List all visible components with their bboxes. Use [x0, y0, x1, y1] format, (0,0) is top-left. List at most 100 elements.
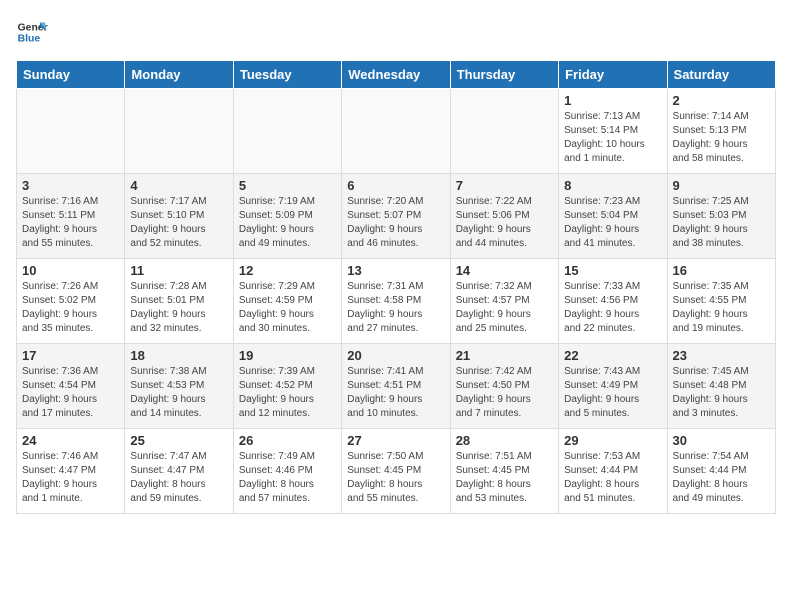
- day-detail: Sunrise: 7:19 AM Sunset: 5:09 PM Dayligh…: [239, 195, 336, 251]
- calendar-cell: 21 Sunrise: 7:42 AM Sunset: 4:50 PM Dayli…: [450, 344, 558, 429]
- weekday-header: Saturday: [667, 61, 775, 89]
- day-number: 26: [239, 433, 336, 448]
- calendar-cell: [17, 89, 125, 174]
- day-number: 13: [347, 263, 444, 278]
- calendar-cell: 22 Sunrise: 7:43 AM Sunset: 4:49 PM Dayli…: [559, 344, 667, 429]
- day-number: 9: [673, 178, 770, 193]
- calendar-cell: [233, 89, 341, 174]
- day-number: 3: [22, 178, 119, 193]
- calendar-cell: 28Sunrise: 7:51 AM Sunset: 4:45 PM Dayli…: [450, 429, 558, 514]
- logo: General Blue: [16, 16, 52, 48]
- calendar-cell: 1Sunrise: 7:13 AM Sunset: 5:14 PM Daylig…: [559, 89, 667, 174]
- calendar-cell: 8 Sunrise: 7:23 AM Sunset: 5:04 PM Daylig…: [559, 174, 667, 259]
- day-detail: Sunrise: 7:46 AM Sunset: 4:47 PM Dayligh…: [22, 450, 119, 506]
- day-detail: Sunrise: 7:33 AM Sunset: 4:56 PM Dayligh…: [564, 280, 661, 336]
- day-detail: Sunrise: 7:23 AM Sunset: 5:04 PM Dayligh…: [564, 195, 661, 251]
- calendar-cell: [450, 89, 558, 174]
- day-detail: Sunrise: 7:39 AM Sunset: 4:52 PM Dayligh…: [239, 365, 336, 421]
- day-number: 24: [22, 433, 119, 448]
- calendar-cell: 6 Sunrise: 7:20 AM Sunset: 5:07 PM Daylig…: [342, 174, 450, 259]
- day-number: 16: [673, 263, 770, 278]
- calendar-body: 1Sunrise: 7:13 AM Sunset: 5:14 PM Daylig…: [17, 89, 776, 514]
- day-number: 12: [239, 263, 336, 278]
- calendar-cell: 29 Sunrise: 7:53 AM Sunset: 4:44 PM Dayli…: [559, 429, 667, 514]
- calendar-cell: 30 Sunrise: 7:54 AM Sunset: 4:44 PM Dayli…: [667, 429, 775, 514]
- calendar-cell: 10 Sunrise: 7:26 AM Sunset: 5:02 PM Dayli…: [17, 259, 125, 344]
- day-detail: Sunrise: 7:20 AM Sunset: 5:07 PM Dayligh…: [347, 195, 444, 251]
- day-detail: Sunrise: 7:45 AM Sunset: 4:48 PM Dayligh…: [673, 365, 770, 421]
- day-number: 19: [239, 348, 336, 363]
- calendar-cell: 11Sunrise: 7:28 AM Sunset: 5:01 PM Dayli…: [125, 259, 233, 344]
- calendar-header-row: SundayMondayTuesdayWednesdayThursdayFrid…: [17, 61, 776, 89]
- day-detail: Sunrise: 7:22 AM Sunset: 5:06 PM Dayligh…: [456, 195, 553, 251]
- day-number: 1: [564, 93, 661, 108]
- day-number: 18: [130, 348, 227, 363]
- calendar-cell: 24 Sunrise: 7:46 AM Sunset: 4:47 PM Dayli…: [17, 429, 125, 514]
- day-number: 15: [564, 263, 661, 278]
- calendar-cell: 25 Sunrise: 7:47 AM Sunset: 4:47 PM Dayli…: [125, 429, 233, 514]
- logo-icon: General Blue: [16, 16, 48, 48]
- day-number: 6: [347, 178, 444, 193]
- day-detail: Sunrise: 7:42 AM Sunset: 4:50 PM Dayligh…: [456, 365, 553, 421]
- day-number: 7: [456, 178, 553, 193]
- day-detail: Sunrise: 7:16 AM Sunset: 5:11 PM Dayligh…: [22, 195, 119, 251]
- day-number: 4: [130, 178, 227, 193]
- day-number: 25: [130, 433, 227, 448]
- day-number: 20: [347, 348, 444, 363]
- day-detail: Sunrise: 7:49 AM Sunset: 4:46 PM Dayligh…: [239, 450, 336, 506]
- day-detail: Sunrise: 7:28 AM Sunset: 5:01 PM Dayligh…: [130, 280, 227, 336]
- day-detail: Sunrise: 7:26 AM Sunset: 5:02 PM Dayligh…: [22, 280, 119, 336]
- calendar-cell: [125, 89, 233, 174]
- day-detail: Sunrise: 7:35 AM Sunset: 4:55 PM Dayligh…: [673, 280, 770, 336]
- calendar-week-row: 3 Sunrise: 7:16 AM Sunset: 5:11 PM Daylig…: [17, 174, 776, 259]
- day-number: 8: [564, 178, 661, 193]
- weekday-header: Wednesday: [342, 61, 450, 89]
- calendar-cell: 13 Sunrise: 7:31 AM Sunset: 4:58 PM Dayli…: [342, 259, 450, 344]
- day-number: 23: [673, 348, 770, 363]
- calendar-cell: 3 Sunrise: 7:16 AM Sunset: 5:11 PM Daylig…: [17, 174, 125, 259]
- weekday-header: Monday: [125, 61, 233, 89]
- calendar-cell: [342, 89, 450, 174]
- calendar-cell: 23 Sunrise: 7:45 AM Sunset: 4:48 PM Dayli…: [667, 344, 775, 429]
- calendar-table: SundayMondayTuesdayWednesdayThursdayFrid…: [16, 60, 776, 514]
- day-detail: Sunrise: 7:43 AM Sunset: 4:49 PM Dayligh…: [564, 365, 661, 421]
- weekday-header: Friday: [559, 61, 667, 89]
- day-detail: Sunrise: 7:47 AM Sunset: 4:47 PM Dayligh…: [130, 450, 227, 506]
- day-detail: Sunrise: 7:25 AM Sunset: 5:03 PM Dayligh…: [673, 195, 770, 251]
- day-detail: Sunrise: 7:41 AM Sunset: 4:51 PM Dayligh…: [347, 365, 444, 421]
- day-number: 21: [456, 348, 553, 363]
- day-number: 14: [456, 263, 553, 278]
- day-detail: Sunrise: 7:32 AM Sunset: 4:57 PM Dayligh…: [456, 280, 553, 336]
- calendar-cell: 17Sunrise: 7:36 AM Sunset: 4:54 PM Dayli…: [17, 344, 125, 429]
- calendar-cell: 14 Sunrise: 7:32 AM Sunset: 4:57 PM Dayli…: [450, 259, 558, 344]
- calendar-cell: 9 Sunrise: 7:25 AM Sunset: 5:03 PM Daylig…: [667, 174, 775, 259]
- day-number: 2: [673, 93, 770, 108]
- day-detail: Sunrise: 7:53 AM Sunset: 4:44 PM Dayligh…: [564, 450, 661, 506]
- calendar-cell: 15 Sunrise: 7:33 AM Sunset: 4:56 PM Dayli…: [559, 259, 667, 344]
- calendar-cell: 26 Sunrise: 7:49 AM Sunset: 4:46 PM Dayli…: [233, 429, 341, 514]
- day-detail: Sunrise: 7:50 AM Sunset: 4:45 PM Dayligh…: [347, 450, 444, 506]
- day-detail: Sunrise: 7:17 AM Sunset: 5:10 PM Dayligh…: [130, 195, 227, 251]
- calendar-cell: 4 Sunrise: 7:17 AM Sunset: 5:10 PM Daylig…: [125, 174, 233, 259]
- calendar-cell: 27 Sunrise: 7:50 AM Sunset: 4:45 PM Dayli…: [342, 429, 450, 514]
- day-detail: Sunrise: 7:31 AM Sunset: 4:58 PM Dayligh…: [347, 280, 444, 336]
- weekday-header: Sunday: [17, 61, 125, 89]
- calendar-week-row: 1Sunrise: 7:13 AM Sunset: 5:14 PM Daylig…: [17, 89, 776, 174]
- day-number: 10: [22, 263, 119, 278]
- calendar-cell: 18Sunrise: 7:38 AM Sunset: 4:53 PM Dayli…: [125, 344, 233, 429]
- calendar-cell: 20 Sunrise: 7:41 AM Sunset: 4:51 PM Dayli…: [342, 344, 450, 429]
- calendar-cell: 12 Sunrise: 7:29 AM Sunset: 4:59 PM Dayli…: [233, 259, 341, 344]
- day-detail: Sunrise: 7:51 AM Sunset: 4:45 PM Dayligh…: [456, 450, 553, 506]
- weekday-header: Tuesday: [233, 61, 341, 89]
- day-number: 29: [564, 433, 661, 448]
- day-number: 30: [673, 433, 770, 448]
- day-detail: Sunrise: 7:54 AM Sunset: 4:44 PM Dayligh…: [673, 450, 770, 506]
- calendar-cell: 2Sunrise: 7:14 AM Sunset: 5:13 PM Daylig…: [667, 89, 775, 174]
- day-detail: Sunrise: 7:29 AM Sunset: 4:59 PM Dayligh…: [239, 280, 336, 336]
- svg-text:Blue: Blue: [18, 34, 41, 45]
- header: General Blue: [16, 16, 776, 48]
- day-detail: Sunrise: 7:36 AM Sunset: 4:54 PM Dayligh…: [22, 365, 119, 421]
- calendar-cell: 19 Sunrise: 7:39 AM Sunset: 4:52 PM Dayli…: [233, 344, 341, 429]
- day-number: 27: [347, 433, 444, 448]
- day-number: 22: [564, 348, 661, 363]
